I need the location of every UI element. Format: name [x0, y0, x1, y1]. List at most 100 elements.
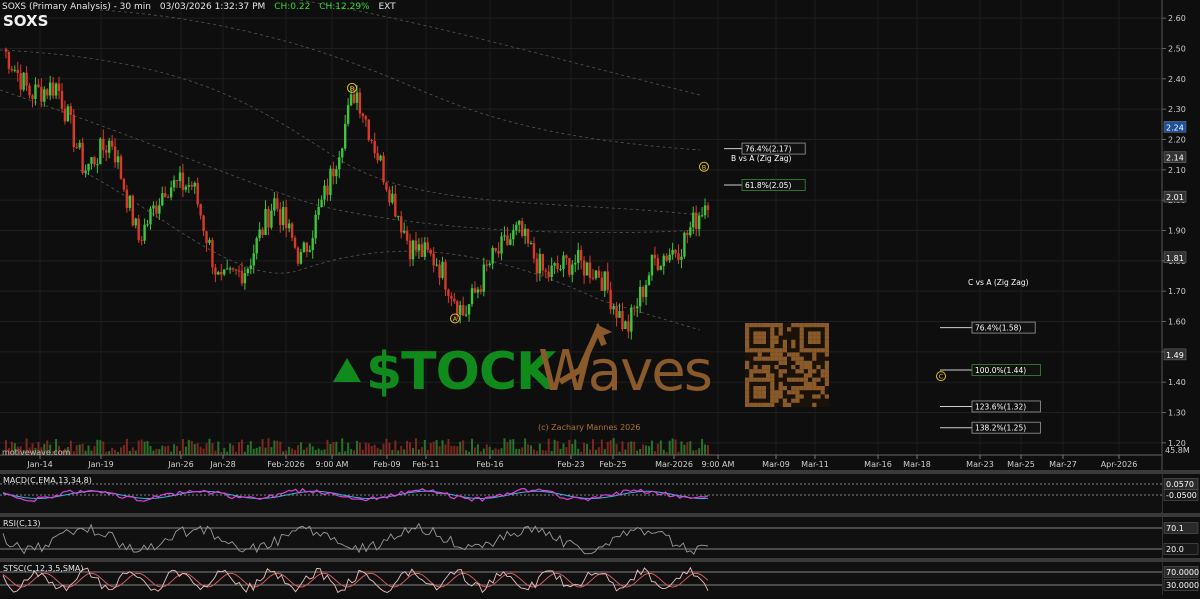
price-tick-label: 1.60: [1168, 318, 1186, 327]
qr-module: [795, 377, 800, 382]
volume-bar: [358, 442, 361, 455]
qr-module: [778, 381, 783, 386]
volume-bar: [240, 439, 243, 455]
candle-body: [627, 321, 630, 332]
qr-module: [824, 339, 829, 344]
qr-module: [799, 365, 804, 370]
candle-body: [683, 232, 686, 257]
qr-module: [782, 402, 787, 407]
qr-module: [816, 323, 821, 328]
time-tick-label: Mar-27: [1049, 460, 1077, 469]
candle-body: [388, 189, 391, 203]
qr-module: [770, 331, 775, 336]
candle-body: [432, 253, 435, 266]
candle-body: [544, 270, 547, 272]
candle-body: [488, 263, 491, 266]
qr-module: [757, 394, 762, 399]
volume-bar: [173, 444, 176, 455]
candle-body: [175, 180, 179, 182]
qr-module: [816, 377, 821, 382]
qr-module: [824, 335, 829, 340]
qr-module: [761, 377, 766, 382]
candle-body: [591, 277, 595, 279]
qr-module: [820, 323, 825, 328]
qr-module: [799, 344, 804, 349]
qr-module: [778, 352, 783, 357]
qr-module: [799, 327, 804, 332]
qr-module: [774, 339, 779, 344]
candle-body: [155, 205, 158, 214]
volume-bar: [562, 443, 565, 455]
volume-bar: [299, 442, 302, 455]
candle-body: [243, 273, 247, 284]
candle-body: [697, 215, 701, 230]
volume-bar: [506, 442, 509, 455]
candle-body: [143, 224, 146, 241]
candle-body: [19, 73, 22, 90]
candle-body: [190, 185, 193, 187]
qr-module: [761, 386, 766, 391]
indicator-pane: [0, 474, 1162, 512]
qr-module: [770, 352, 775, 357]
volume-bar: [161, 445, 164, 455]
candle-body: [63, 108, 67, 122]
candle-body: [54, 83, 58, 96]
volume-bar: [181, 438, 184, 455]
candle-body: [110, 140, 114, 147]
qr-module: [753, 339, 758, 344]
candle-body: [202, 215, 205, 232]
qr-module: [803, 365, 808, 370]
volume-bar: [518, 448, 521, 455]
qr-module: [803, 360, 808, 365]
volume-bar: [465, 450, 468, 455]
candle-body: [364, 116, 368, 120]
volume-bar: [78, 444, 81, 455]
qr-module: [745, 327, 750, 332]
candle-body: [606, 271, 609, 290]
candle-body: [28, 85, 31, 96]
price-tick-label: 1.90: [1168, 227, 1186, 236]
qr-module: [745, 390, 750, 395]
candle-body: [473, 288, 477, 293]
volume-bar: [261, 439, 264, 455]
qr-module: [799, 394, 804, 399]
candle-body: [621, 311, 624, 329]
candle-body: [633, 307, 636, 309]
price-tick-label: 2.20: [1168, 135, 1186, 144]
candle-body: [338, 157, 341, 170]
qr-module: [745, 335, 750, 340]
candle-body: [523, 228, 527, 236]
candle-body: [346, 105, 350, 124]
volume-bar: [453, 445, 456, 455]
chart-canvas[interactable]: $TOCK Waves (c) Zachary Mannes 2026 76.4…: [0, 0, 1200, 595]
candle-body: [638, 286, 642, 307]
fib-label: 138.2%(1.25): [975, 424, 1026, 433]
qr-module: [778, 348, 783, 353]
qr-module: [761, 323, 766, 328]
volume-bar: [450, 446, 453, 455]
qr-module: [770, 344, 775, 349]
volume-bar: [409, 442, 412, 455]
volume-bar: [671, 438, 674, 455]
candle-body: [574, 263, 577, 265]
volume-bar: [99, 440, 102, 455]
fib-label: 123.6%(1.32): [975, 402, 1026, 411]
volume-bar: [615, 443, 618, 455]
qr-module: [761, 335, 766, 340]
volume-bar: [119, 447, 122, 455]
volume-bar: [485, 444, 488, 455]
chart-title: SOXS (Primary Analysis) - 30 min: [2, 2, 151, 12]
candle-body: [653, 254, 657, 259]
volume-bar: [535, 450, 538, 455]
candle-body: [90, 157, 93, 164]
candle-body: [93, 157, 96, 165]
candle-body: [650, 254, 654, 276]
volume-bar: [400, 445, 403, 455]
candle-body: [128, 195, 132, 208]
volume-bar: [639, 448, 642, 455]
candle-body: [402, 230, 406, 233]
indicator-value-label: 70.0000: [1166, 568, 1199, 577]
volume-bar: [367, 443, 370, 455]
volume-bar: [90, 450, 93, 455]
time-tick-label: Mar-11: [801, 460, 829, 469]
